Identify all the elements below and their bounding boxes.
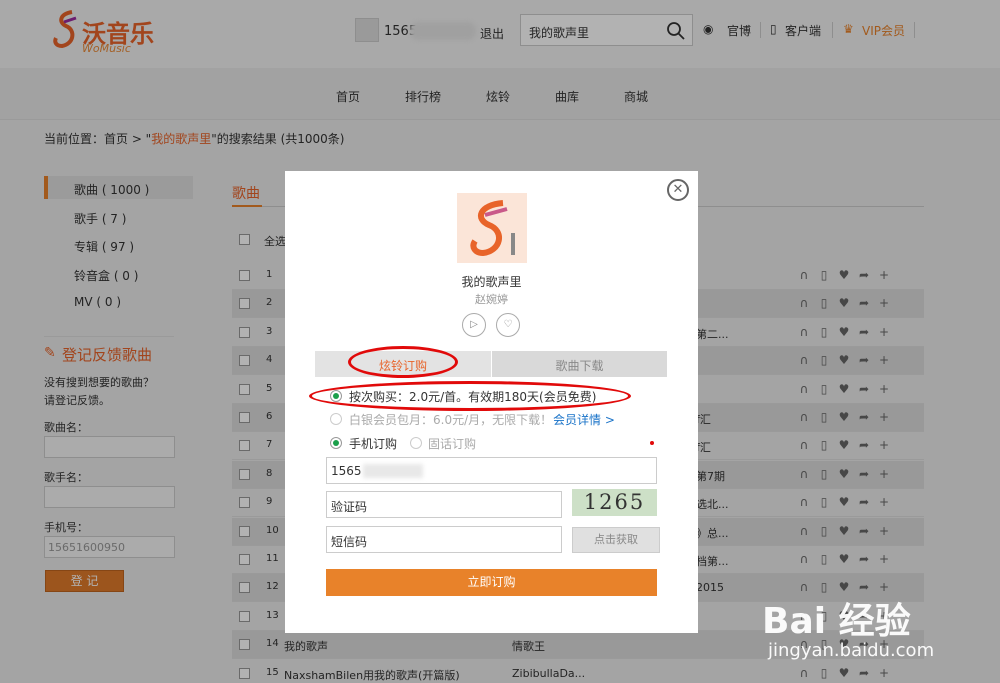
order-now-button[interactable]: 立即订购	[326, 569, 657, 596]
baidu-logo: Bai 经验	[762, 601, 911, 642]
album-cover-art	[457, 193, 527, 263]
captcha-input[interactable]: 验证码	[326, 491, 562, 518]
captcha-image[interactable]: 1265	[572, 489, 657, 516]
landline-order-radio[interactable]	[410, 437, 422, 449]
baidu-watermark: Bai 经验 jingyan.baidu.com	[762, 582, 992, 672]
option-monthly-radio[interactable]	[330, 413, 342, 425]
tab-label: 歌曲下载	[555, 359, 604, 373]
landline-order-label: 固话订购	[428, 437, 477, 451]
sms-code-input[interactable]: 短信码	[326, 526, 562, 553]
close-icon[interactable]: ✕	[667, 179, 689, 201]
dialog-singer[interactable]: 赵婉婷	[285, 291, 698, 307]
required-marker	[650, 441, 654, 445]
album-cover	[457, 193, 527, 263]
member-details-link[interactable]: 会员详情 >	[553, 411, 615, 428]
option-monthly-label: 白银会员包月：6.0元/月，无限下载！	[349, 413, 553, 427]
dialog-song-title: 我的歌声里	[461, 275, 522, 289]
get-sms-code-button[interactable]: 点击获取	[572, 527, 660, 553]
mobile-number-mask	[363, 464, 423, 478]
tab-song-download[interactable]: 歌曲下载	[492, 351, 667, 377]
mobile-order-label: 手机订购	[349, 437, 398, 451]
annotation-circle	[309, 381, 631, 411]
mobile-order-radio[interactable]	[330, 437, 342, 449]
annotation-circle	[348, 346, 458, 378]
watermark-url: jingyan.baidu.com	[768, 640, 935, 661]
heart-icon[interactable]: ♡	[496, 313, 520, 337]
order-dialog: ✕ 我的歌声里 赵婉婷 ▷ ♡ 炫铃订购 歌曲下载 按次购买：2.0元/首。有效…	[285, 171, 698, 633]
play-icon[interactable]: ▷	[462, 313, 486, 337]
